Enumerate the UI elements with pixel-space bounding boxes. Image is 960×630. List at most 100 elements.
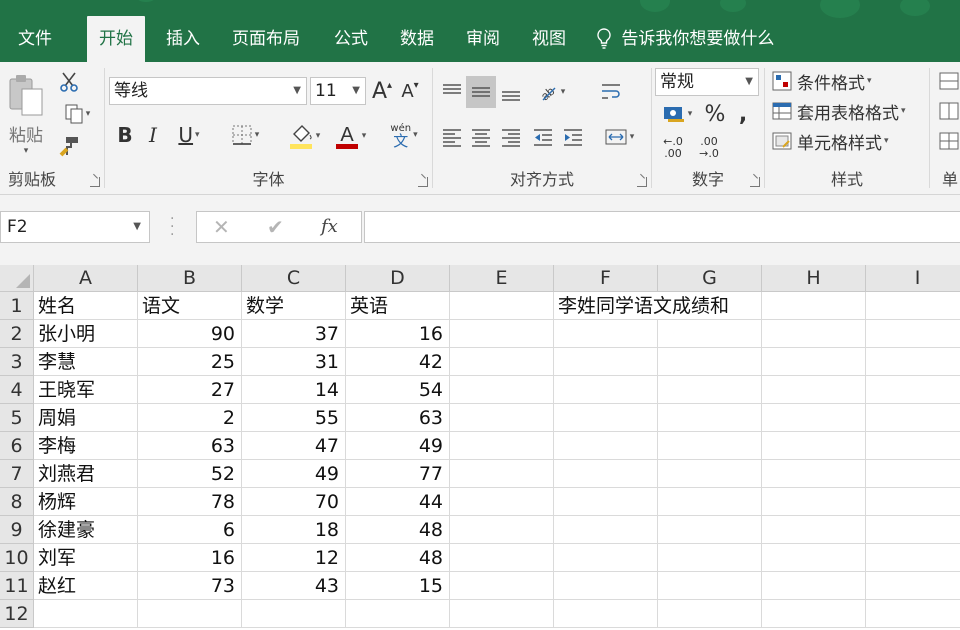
empty-cell[interactable] [866,488,960,516]
empty-cell[interactable] [762,376,866,404]
empty-cell[interactable] [866,572,960,600]
format-as-table-button[interactable]: 套用表格格式 ▾ [771,98,931,124]
cell[interactable]: 54 [346,376,450,404]
cell[interactable]: 27 [138,376,242,404]
row-header[interactable]: 6 [0,432,34,460]
tab-file[interactable]: 文件 [6,16,64,62]
empty-cell[interactable] [762,600,866,628]
column-header-a[interactable]: A [34,265,138,292]
tab-view[interactable]: 视图 [520,16,578,62]
tab-formulas[interactable]: 公式 [322,16,380,62]
align-left-button[interactable] [438,122,466,152]
column-header-g[interactable]: G [658,265,762,292]
cell[interactable]: 52 [138,460,242,488]
increase-indent-button[interactable] [559,122,587,152]
empty-cell[interactable] [658,600,762,628]
empty-cell[interactable] [658,488,762,516]
column-header-d[interactable]: D [346,265,450,292]
empty-cell[interactable] [658,572,762,600]
align-center-button[interactable] [467,122,495,152]
empty-cell[interactable] [866,320,960,348]
cell[interactable]: 31 [242,348,346,376]
cancel-entry-button[interactable]: ✕ [213,212,230,242]
empty-cell[interactable] [762,320,866,348]
cell[interactable]: 12 [242,544,346,572]
row-header[interactable]: 12 [0,600,34,628]
empty-cell[interactable] [450,404,554,432]
empty-cell[interactable] [866,600,960,628]
tab-insert[interactable]: 插入 [154,16,212,62]
cell[interactable]: 姓名 [34,292,138,320]
empty-cell[interactable] [866,376,960,404]
tab-data[interactable]: 数据 [388,16,446,62]
empty-cell[interactable] [866,292,960,320]
row-header[interactable]: 5 [0,404,34,432]
cell[interactable]: 49 [346,432,450,460]
cell[interactable]: 48 [346,544,450,572]
column-header-f[interactable]: F [554,265,658,292]
name-box[interactable]: F2 ▼ [0,211,150,243]
cell[interactable]: 42 [346,348,450,376]
format-painter-button[interactable] [56,134,82,158]
empty-cell[interactable] [658,432,762,460]
empty-cell[interactable] [554,516,658,544]
empty-cell[interactable] [450,516,554,544]
empty-cell[interactable] [554,320,658,348]
font-color-button[interactable]: A ▾ [327,120,373,152]
format-cells-button[interactable] [938,130,960,152]
insert-function-button[interactable]: fx [321,212,338,242]
decrease-decimal-button[interactable]: .00 →.0 [692,134,726,162]
clipboard-dialog-launcher[interactable] [90,177,100,187]
empty-cell[interactable] [138,600,242,628]
delete-cells-button[interactable] [938,100,960,122]
cell[interactable]: 14 [242,376,346,404]
cell[interactable]: 43 [242,572,346,600]
tab-page-layout[interactable]: 页面布局 [220,16,312,62]
empty-cell[interactable] [450,600,554,628]
empty-cell[interactable] [866,432,960,460]
cell[interactable]: 63 [346,404,450,432]
alignment-dialog-launcher[interactable] [637,177,647,187]
cell[interactable]: 李姓同学语文成绩和 [554,292,729,320]
row-header[interactable]: 4 [0,376,34,404]
phonetic-guide-button[interactable]: wén 文 ▾ [383,118,425,152]
empty-cell[interactable] [658,516,762,544]
empty-cell[interactable] [554,488,658,516]
italic-button[interactable]: I [141,120,165,150]
empty-cell[interactable] [866,348,960,376]
empty-cell[interactable] [762,572,866,600]
column-header-i[interactable]: I [866,265,960,292]
tab-review[interactable]: 审阅 [454,16,512,62]
tab-home[interactable]: 开始 [87,16,145,62]
empty-cell[interactable] [866,516,960,544]
cell[interactable]: 周娟 [34,404,138,432]
cell[interactable]: 78 [138,488,242,516]
wrap-text-button[interactable] [597,76,627,108]
empty-cell[interactable] [450,320,554,348]
cell[interactable]: 37 [242,320,346,348]
empty-cell[interactable] [658,348,762,376]
cell[interactable]: 王晓军 [34,376,138,404]
cell[interactable]: 48 [346,516,450,544]
cell[interactable]: 70 [242,488,346,516]
empty-cell[interactable] [34,600,138,628]
select-all-button[interactable] [0,265,34,292]
empty-cell[interactable] [658,320,762,348]
cell[interactable]: 18 [242,516,346,544]
number-dialog-launcher[interactable] [750,177,760,187]
empty-cell[interactable] [866,404,960,432]
cell[interactable]: 55 [242,404,346,432]
fill-color-button[interactable]: ▾ [281,120,327,152]
empty-cell[interactable] [762,404,866,432]
empty-cell[interactable] [658,404,762,432]
copy-button[interactable]: ▾ [56,102,98,126]
cell[interactable]: 63 [138,432,242,460]
align-middle-button[interactable] [466,76,496,108]
confirm-entry-button[interactable]: ✔ [267,212,284,242]
empty-cell[interactable] [762,292,866,320]
merge-center-button[interactable]: ▾ [597,122,641,152]
font-dialog-launcher[interactable] [418,177,428,187]
empty-cell[interactable] [450,432,554,460]
empty-cell[interactable] [762,516,866,544]
row-header[interactable]: 11 [0,572,34,600]
